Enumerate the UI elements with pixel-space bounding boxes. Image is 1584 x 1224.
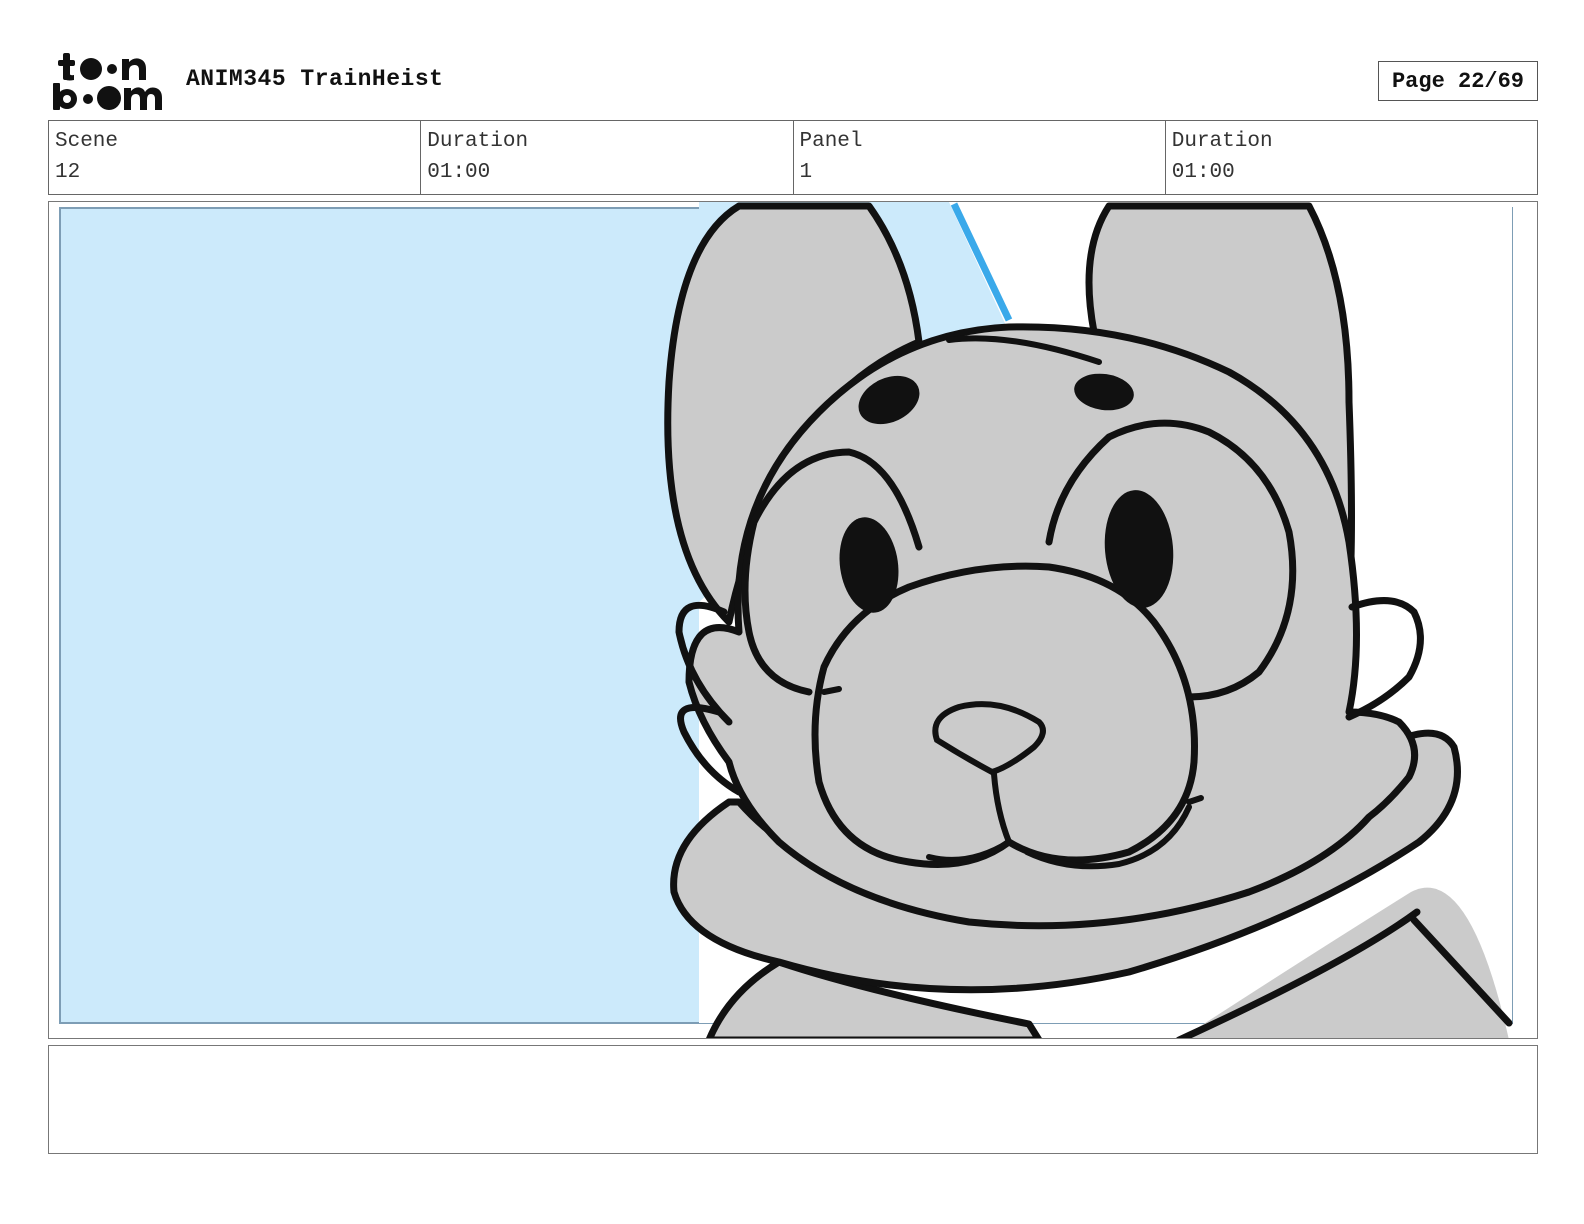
- character-sketch-icon: [59, 202, 1513, 1038]
- storyboard-panel: [48, 201, 1538, 1039]
- panel-label: Panel: [799, 130, 863, 153]
- panel-value: 1: [799, 161, 813, 184]
- scene-info-bar: Scene 12 Duration 01:00 Panel 1 Duration…: [48, 120, 1538, 195]
- scene-duration-label: Duration: [427, 130, 529, 153]
- toonboom-logo: [50, 50, 165, 112]
- scene-duration-cell: Duration 01:00: [421, 121, 794, 194]
- scene-cell: Scene 12: [49, 121, 422, 194]
- project-title: ANIM345 TrainHeist: [186, 66, 444, 92]
- scene-value: 12: [55, 161, 81, 184]
- notes-text: [49, 1046, 1537, 1062]
- panel-duration-cell: Duration 01:00: [1166, 121, 1537, 194]
- page-label: Page 22/69: [1391, 68, 1525, 94]
- scene-duration-value: 01:00: [427, 161, 491, 184]
- scene-label: Scene: [55, 130, 119, 153]
- panel-cell: Panel 1: [794, 121, 1166, 194]
- page-indicator: Page 22/69: [1378, 61, 1538, 101]
- panel-duration-value: 01:00: [1171, 161, 1235, 184]
- notes-box: [48, 1045, 1538, 1154]
- panel-duration-label: Duration: [1171, 130, 1273, 153]
